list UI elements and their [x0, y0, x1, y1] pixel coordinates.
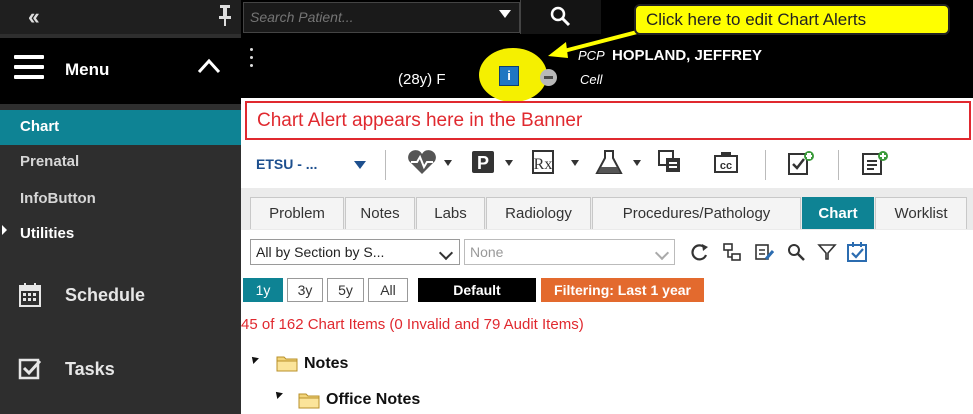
pcp-prefix: PCP [578, 48, 605, 63]
pcp-name: HOPLAND, JEFFREY [612, 47, 763, 64]
refresh-icon[interactable] [690, 242, 710, 262]
svg-text:cc: cc [720, 160, 732, 172]
tree-node-notes[interactable]: Notes [304, 355, 348, 373]
chevron-down-icon [438, 245, 454, 261]
menu-label: Menu [65, 60, 110, 79]
range-5y-button[interactable]: 5y [327, 278, 364, 302]
edit-list-icon[interactable] [754, 242, 774, 262]
section-select[interactable]: All by Section by S... [250, 239, 460, 265]
double-chevron-left-icon[interactable]: ‹‹ [28, 4, 40, 30]
sidebar-item-prenatal[interactable]: Prenatal [0, 145, 241, 180]
chevron-down-icon [654, 245, 670, 261]
sidebar-item-label: Prenatal [20, 153, 80, 170]
tab-worklist[interactable]: Worklist [875, 197, 967, 229]
chart-alert-info-icon[interactable]: i [499, 66, 519, 86]
tab-labs[interactable]: Labs [416, 197, 485, 229]
search-dropdown-icon[interactable] [499, 10, 511, 18]
rx-icon[interactable]: Rx [530, 148, 558, 176]
filter-icon[interactable] [817, 243, 837, 261]
flask-icon[interactable] [594, 148, 624, 176]
tab-procedures-pathology[interactable]: Procedures/Pathology [592, 197, 801, 229]
sidebar-item-utilities[interactable]: Utilities [0, 217, 241, 252]
chevron-up-icon[interactable] [196, 56, 222, 76]
chevron-down-icon[interactable] [444, 160, 452, 166]
range-3y-button[interactable]: 3y [287, 278, 323, 302]
minus-circle-icon[interactable] [540, 69, 557, 86]
sidebar-item-label: Utilities [20, 225, 75, 242]
secondary-select-value: None [470, 244, 504, 260]
chevron-down-icon[interactable] [571, 160, 579, 166]
tab-notes[interactable]: Notes [345, 197, 415, 229]
chevron-down-icon[interactable] [505, 160, 513, 166]
print-icon[interactable] [656, 148, 684, 176]
chart-alert-text: Chart Alert appears here in the Banner [257, 110, 583, 131]
chevron-down-icon[interactable] [354, 161, 366, 169]
folder-icon [276, 356, 298, 372]
pin-icon[interactable] [218, 3, 232, 27]
cc-icon[interactable]: cc [712, 148, 740, 176]
range-1y-button[interactable]: 1y [243, 278, 283, 302]
patient-search[interactable] [243, 2, 520, 33]
hamburger-icon[interactable] [14, 55, 44, 81]
expand-caret-icon[interactable] [273, 389, 283, 399]
tab-radiology[interactable]: Radiology [486, 197, 591, 229]
grip-icon[interactable] [250, 48, 254, 74]
sidebar-item-chart[interactable]: Chart [0, 110, 241, 145]
callout-text: Click here to edit Chart Alerts [646, 10, 867, 29]
sidebar-item-tasks[interactable]: Tasks [0, 356, 241, 386]
search-input[interactable] [248, 8, 482, 26]
note-check-icon[interactable] [786, 148, 816, 178]
tab-problem[interactable]: Problem [250, 197, 344, 229]
cell-label: Cell [580, 72, 603, 87]
callout-box: Click here to edit Chart Alerts [634, 4, 950, 35]
toolbar-divider [838, 150, 839, 180]
sidebar-item-schedule[interactable]: Schedule [0, 282, 241, 312]
sidebar-item-infobutton[interactable]: InfoButton [0, 182, 241, 217]
note-add-icon[interactable] [860, 148, 890, 178]
patient-banner [241, 36, 973, 98]
toolbar-divider [765, 150, 766, 180]
folder-icon [298, 393, 320, 409]
sidebar-item-label: Tasks [65, 359, 115, 379]
patient-age-sex: (28y) F [398, 71, 446, 88]
chart-alert-banner: Chart Alert appears here in the Banner [245, 101, 971, 140]
default-button[interactable]: Default [418, 278, 536, 302]
secondary-select[interactable]: None [464, 239, 675, 265]
p-icon[interactable]: P [470, 148, 498, 176]
heart-monitor-icon[interactable] [405, 148, 439, 176]
search-icon[interactable] [548, 4, 572, 28]
chart-item-count: 45 of 162 Chart Items (0 Invalid and 79 … [241, 316, 584, 333]
sidebar-item-label: InfoButton [20, 190, 96, 207]
section-select-value: All by Section by S... [256, 244, 385, 260]
expand-caret-icon[interactable] [249, 354, 259, 364]
svg-text:P: P [477, 153, 489, 173]
calendar-check-icon[interactable] [846, 241, 868, 263]
filter-status-badge: Filtering: Last 1 year [541, 278, 704, 302]
sidebar-item-label: Chart [20, 118, 60, 135]
tab-chart[interactable]: Chart [802, 197, 874, 229]
chevron-down-icon[interactable] [633, 160, 641, 166]
search-icon[interactable] [786, 242, 806, 262]
svg-text:Rx: Rx [534, 156, 553, 173]
calendar-icon [19, 283, 41, 307]
sidebar-item-label: Schedule [65, 285, 146, 305]
checkbox-icon [18, 358, 42, 380]
range-all-button[interactable]: All [368, 278, 408, 302]
location-select[interactable]: ETSU - ... [256, 156, 317, 172]
tree-node-office-notes[interactable]: Office Notes [326, 391, 420, 409]
toolbar-divider [385, 150, 386, 180]
hierarchy-icon[interactable] [722, 242, 742, 262]
